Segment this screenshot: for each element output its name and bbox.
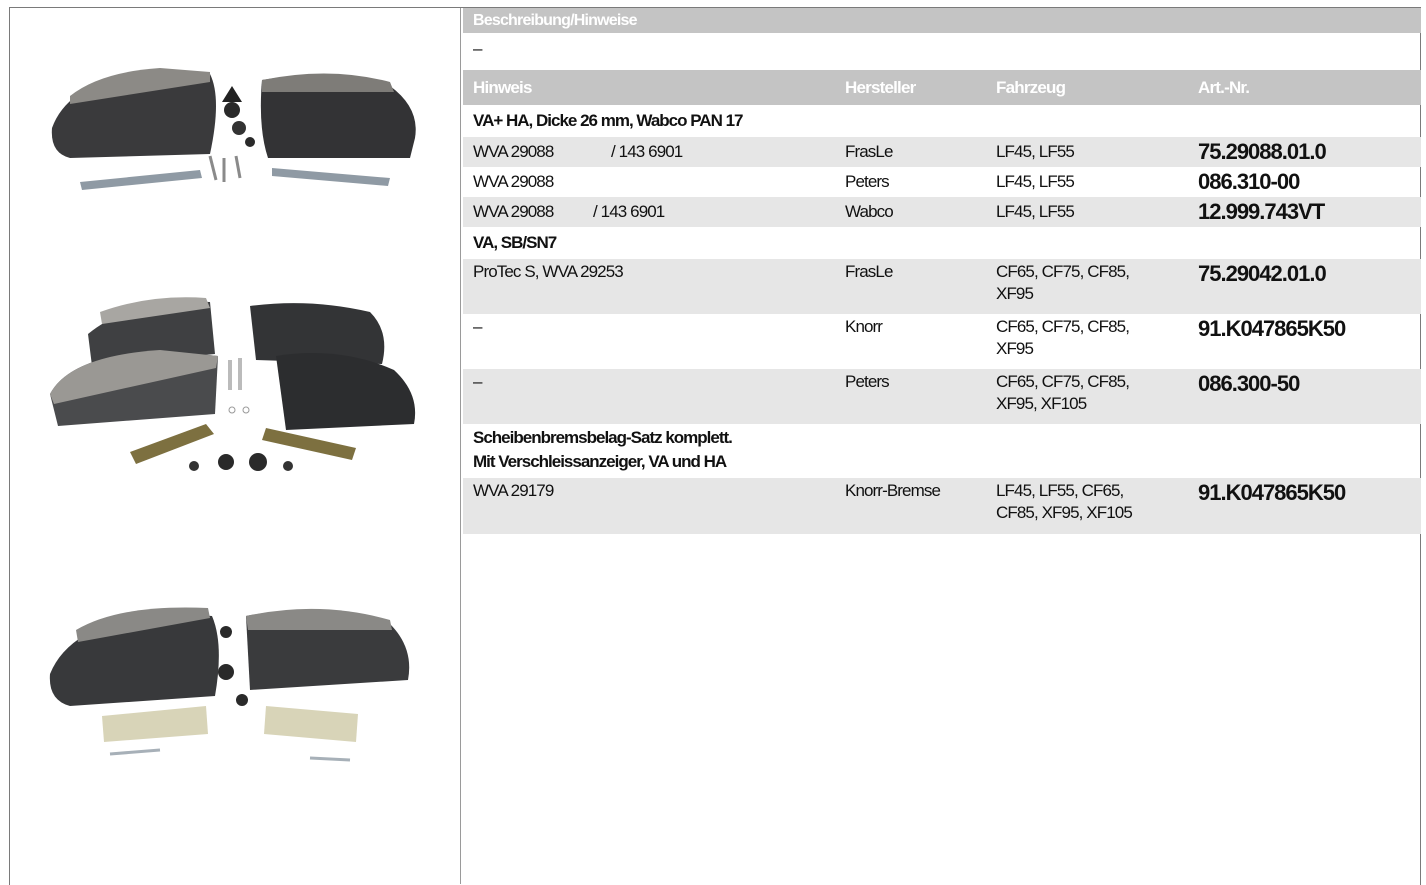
row-hint-extra: / 143 6901 (593, 202, 665, 221)
row-vehicle: LF45, LF55, CF65, (996, 481, 1124, 500)
table-row: – Peters CF65, CF75, CF85, XF95, XF105 0… (463, 369, 1421, 424)
row-hint: WVA 29088 (473, 142, 554, 161)
row-manufacturer: Knorr (845, 317, 883, 336)
table-header: Hinweis Hersteller Fahrzeug Art.-Nr. (463, 70, 1421, 105)
row-manufacturer: Knorr-Bremse (845, 481, 941, 500)
row-hint: WVA 29088 (473, 202, 554, 221)
row-article-number: 086.300-50 (1198, 371, 1300, 396)
row-hint: – (473, 372, 482, 391)
row-hint: ProTec S, WVA 29253 (473, 262, 624, 281)
description-header-label: Beschreibung/Hinweise (473, 12, 638, 29)
row-manufacturer: FrasLe (845, 142, 893, 161)
group-title-line1: Scheibenbremsbelag-Satz komplett. (473, 428, 733, 447)
row-article-number: 91.K047865K50 (1198, 316, 1346, 341)
column-hint: Hinweis (473, 78, 532, 97)
row-vehicle: CF65, CF75, CF85, (996, 262, 1130, 281)
row-hint: – (473, 317, 482, 336)
group-title-line2: Mit Verschleissanzeiger, VA und HA (473, 452, 727, 471)
table-row: ProTec S, WVA 29253 FrasLe CF65, CF75, C… (463, 259, 1421, 314)
row-article-number: 086.310-00 (1198, 169, 1300, 194)
row-vehicle-line2: CF85, XF95, XF105 (996, 503, 1133, 522)
row-vehicle: LF45, LF55 (996, 172, 1075, 191)
table-row: WVA 29179 Knorr-Bremse LF45, LF55, CF65,… (463, 478, 1421, 534)
row-manufacturer: FrasLe (845, 262, 893, 281)
row-vehicle: LF45, LF55 (996, 202, 1075, 221)
row-manufacturer: Peters (845, 372, 890, 391)
brake-pad-set-image-2 (50, 297, 416, 471)
table-row: – Knorr CF65, CF75, CF85, XF95 91.K04786… (463, 314, 1421, 369)
brake-pad-set-image-3 (49, 607, 410, 762)
row-article-number: 91.K047865K50 (1198, 480, 1346, 505)
row-hint-extra: / 143 6901 (611, 142, 683, 161)
table-row: WVA 29088 / 143 6901 FrasLe LF45, LF55 7… (463, 137, 1421, 167)
row-hint: WVA 29179 (473, 481, 554, 500)
description-header: Beschreibung/Hinweise (463, 8, 1421, 33)
row-article-number: 12.999.743VT (1198, 199, 1325, 224)
row-vehicle-line2: XF95, XF105 (996, 394, 1087, 413)
column-manufacturer: Hersteller (845, 78, 916, 97)
group-title: Scheibenbremsbelag-Satz komplett. Mit Ve… (463, 424, 1421, 478)
column-divider (460, 8, 461, 884)
row-vehicle: CF65, CF75, CF85, (996, 317, 1130, 336)
brake-pad-set-image-1 (51, 68, 416, 190)
row-vehicle-line2: XF95 (996, 284, 1034, 303)
row-hint: WVA 29088 (473, 172, 554, 191)
row-vehicle: LF45, LF55 (996, 142, 1075, 161)
row-manufacturer: Peters (845, 172, 890, 191)
product-table-area: Beschreibung/Hinweise – Hinweis Herstell… (463, 8, 1421, 534)
group-title: VA+ HA, Dicke 26 mm, Wabco PAN 17 (473, 111, 743, 130)
column-vehicle: Fahrzeug (996, 78, 1066, 97)
row-vehicle-line2: XF95 (996, 339, 1034, 358)
product-images-panel (10, 8, 460, 884)
group-title: VA, SB/SN7 (473, 233, 557, 252)
row-manufacturer: Wabco (845, 202, 894, 221)
row-article-number: 75.29042.01.0 (1198, 261, 1327, 286)
table-row: WVA 29088 / 143 6901 Wabco LF45, LF55 12… (463, 197, 1421, 227)
row-article-number: 75.29088.01.0 (1198, 139, 1327, 164)
row-vehicle: CF65, CF75, CF85, (996, 372, 1130, 391)
column-article: Art.-Nr. (1198, 78, 1250, 97)
table-row: WVA 29088 Peters LF45, LF55 086.310-00 (463, 167, 1421, 197)
description-value: – (473, 39, 483, 58)
